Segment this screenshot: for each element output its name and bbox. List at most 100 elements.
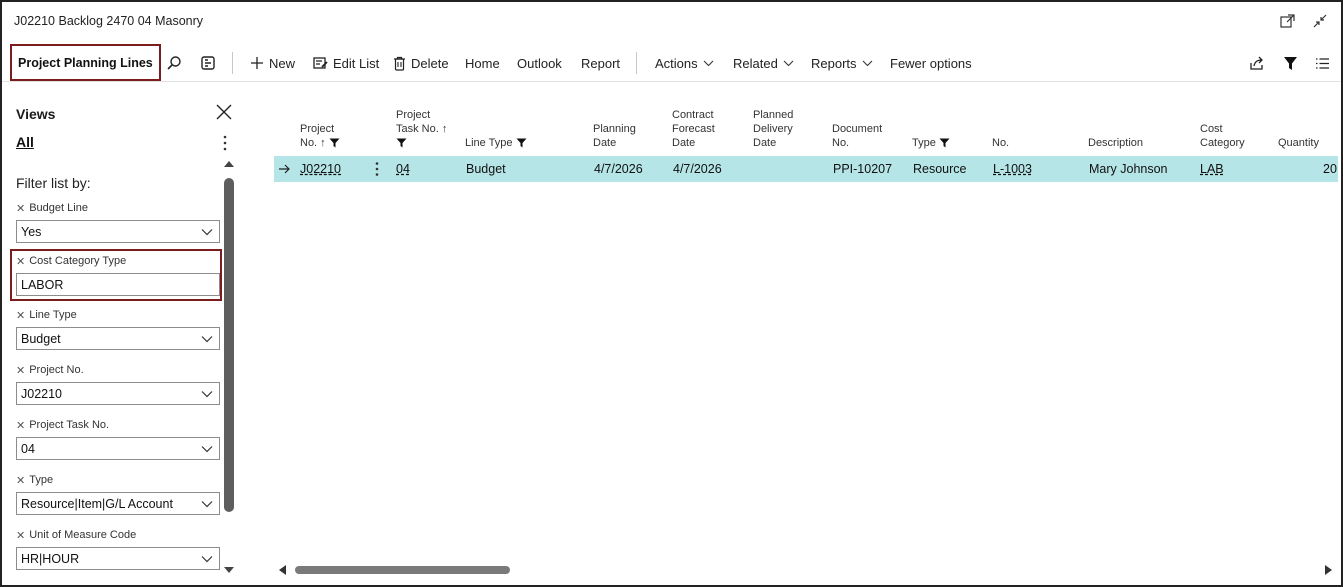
filter-budget-line: ✕ Budget Line Yes — [16, 201, 220, 243]
filter-value: Yes — [21, 224, 42, 239]
column-header-project-no[interactable]: Project No. ↑ — [300, 122, 340, 150]
filter-label: Line Type — [29, 309, 77, 321]
filter-line-type: ✕ Line Type Budget — [16, 308, 220, 350]
budget-line-select[interactable]: Yes — [16, 220, 220, 243]
related-menu[interactable]: Related — [733, 44, 794, 82]
cell-project-no[interactable]: J02210 — [300, 156, 341, 182]
delete-button[interactable]: Delete — [393, 44, 449, 82]
column-header-line-type[interactable]: Line Type — [465, 136, 527, 150]
filter-icon — [939, 138, 950, 148]
scroll-up-icon[interactable] — [223, 160, 235, 168]
line-type-select[interactable]: Budget — [16, 327, 220, 350]
action-bar: Project Planning Lines New Edit List Del… — [2, 44, 1341, 82]
edit-list-icon — [313, 57, 328, 69]
edit-list-label: Edit List — [333, 55, 380, 71]
filter-pane-toggle[interactable] — [1283, 44, 1298, 82]
chevron-down-icon — [201, 228, 213, 235]
scroll-right-icon[interactable] — [1324, 564, 1333, 576]
search-icon — [167, 56, 181, 70]
column-header-project-task-no[interactable]: Project Task No. ↑ — [396, 108, 447, 150]
chevron-down-icon — [201, 335, 213, 342]
filter-project-no: ✕ Project No. J02210 — [16, 363, 220, 405]
fewer-options-button[interactable]: Fewer options — [890, 44, 972, 82]
header-line: Date — [753, 137, 777, 149]
column-header-planning-date[interactable]: Planning Date — [593, 122, 636, 150]
report-button[interactable]: Report — [581, 44, 620, 82]
remove-filter-icon[interactable]: ✕ — [16, 364, 25, 377]
header-line: No. — [832, 137, 850, 149]
actions-label: Actions — [655, 55, 698, 71]
filter-value: HR|HOUR — [21, 551, 80, 566]
home-button[interactable]: Home — [465, 44, 500, 82]
cell-task-no[interactable]: 04 — [396, 156, 410, 182]
separator — [636, 52, 637, 74]
header-line: Delivery — [753, 123, 793, 135]
outlook-button[interactable]: Outlook — [517, 44, 562, 82]
header-line: Project — [300, 123, 335, 135]
table-row[interactable]: J02210 04 Budget 4/7/2026 4/7/2026 PPI-1… — [274, 156, 1338, 182]
remove-filter-icon[interactable]: ✕ — [16, 202, 25, 215]
column-header-quantity[interactable]: Quantity — [1278, 136, 1319, 150]
column-header-no[interactable]: No. — [992, 136, 1009, 150]
new-button[interactable]: New — [250, 44, 295, 82]
page-title: Project Planning Lines — [10, 44, 161, 81]
project-no-select[interactable]: J02210 — [16, 382, 220, 405]
column-header-description[interactable]: Description — [1088, 136, 1143, 150]
share-icon — [1250, 56, 1263, 70]
cell-document-no[interactable]: PPI-10207 — [833, 156, 892, 182]
filter-icon — [516, 138, 527, 148]
reports-menu[interactable]: Reports — [811, 44, 873, 82]
type-select[interactable]: Resource|Item|G/L Account — [16, 492, 220, 515]
scroll-left-icon[interactable] — [278, 564, 287, 576]
filter-type: ✕ Type Resource|Item|G/L Account — [16, 473, 220, 515]
collapse-icon[interactable] — [1311, 12, 1329, 30]
open-in-new-window-icon[interactable] — [1279, 12, 1297, 30]
filter-value: Resource|Item|G/L Account — [21, 496, 173, 511]
home-label: Home — [465, 55, 500, 71]
header-line: Date — [672, 137, 696, 149]
remove-filter-icon[interactable]: ✕ — [16, 309, 25, 322]
cost-category-type-input[interactable]: LABOR — [16, 273, 220, 296]
grid-horizontal-scrollbar[interactable] — [295, 566, 510, 574]
share-button[interactable] — [1249, 44, 1265, 82]
column-header-type[interactable]: Type — [912, 136, 950, 150]
column-header-contract-forecast-date[interactable]: Contract Forecast Date — [672, 108, 715, 150]
column-header-document-no[interactable]: Document No. — [832, 122, 882, 150]
header-line: Quantity — [1278, 137, 1319, 149]
cell-contract-date[interactable]: 4/7/2026 — [673, 156, 722, 182]
cell-planning-date[interactable]: 4/7/2026 — [594, 156, 643, 182]
cell-no[interactable]: L-1003 — [993, 156, 1032, 182]
close-icon[interactable] — [214, 102, 234, 122]
actions-menu[interactable]: Actions — [655, 44, 714, 82]
header-line: Category — [1200, 137, 1245, 149]
filter-unit-of-measure-code: ✕ Unit of Measure Code HR|HOUR — [16, 528, 220, 570]
column-header-cost-category[interactable]: Cost Category — [1200, 122, 1245, 150]
view-all-link[interactable]: All — [16, 134, 34, 150]
search-button[interactable] — [166, 44, 182, 82]
list-view-button[interactable] — [1315, 44, 1330, 82]
delete-label: Delete — [411, 55, 449, 71]
filter-list-by-label: Filter list by: — [16, 175, 91, 191]
scroll-down-icon[interactable] — [223, 566, 235, 574]
project-task-no-select[interactable]: 04 — [16, 437, 220, 460]
column-header-planned-delivery-date[interactable]: Planned Delivery Date — [753, 108, 793, 150]
header-line: Line Type — [465, 137, 513, 149]
more-options-icon[interactable] — [220, 134, 230, 152]
edit-list-button[interactable]: Edit List — [313, 44, 379, 82]
cell-cost-category[interactable]: LAB — [1200, 156, 1224, 182]
unit-of-measure-select[interactable]: HR|HOUR — [16, 547, 220, 570]
remove-filter-icon[interactable]: ✕ — [16, 255, 25, 268]
header-line: Task No. ↑ — [396, 123, 448, 135]
row-actions-icon[interactable] — [374, 156, 380, 182]
analysis-mode-button[interactable] — [200, 44, 216, 82]
filter-label: Project Task No. — [29, 419, 110, 431]
cell-quantity[interactable]: 20 — [1323, 156, 1337, 182]
remove-filter-icon[interactable]: ✕ — [16, 529, 25, 542]
filter-pane-scrollbar[interactable] — [224, 178, 234, 512]
remove-filter-icon[interactable]: ✕ — [16, 474, 25, 487]
remove-filter-icon[interactable]: ✕ — [16, 419, 25, 432]
chevron-down-icon — [201, 500, 213, 507]
cell-description[interactable]: Mary Johnson — [1089, 156, 1168, 182]
cell-line-type[interactable]: Budget — [466, 156, 506, 182]
cell-type[interactable]: Resource — [913, 156, 967, 182]
